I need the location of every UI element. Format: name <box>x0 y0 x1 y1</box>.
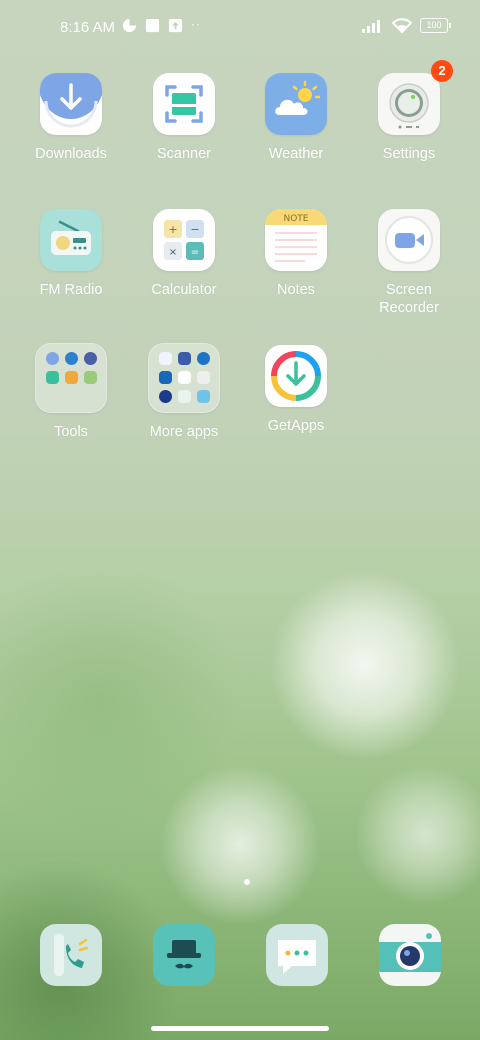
app-getapps[interactable]: GetApps <box>240 345 352 435</box>
wifi-icon <box>392 18 412 33</box>
app-label: Scanner <box>156 146 211 162</box>
app-scanner[interactable]: Scanner <box>128 73 240 163</box>
svg-text:×: × <box>169 247 177 258</box>
folder-tools[interactable]: Tools <box>15 343 127 441</box>
mini-app-icon <box>46 352 59 365</box>
pie-chart-icon <box>122 18 137 33</box>
app-label: FM Radio <box>39 282 103 298</box>
dock-browser[interactable] <box>153 924 215 986</box>
weather-icon <box>265 73 327 135</box>
mini-app-icon <box>46 371 59 384</box>
svg-text:+: + <box>168 223 177 236</box>
signal-icon <box>362 20 380 33</box>
app-label: More apps <box>149 424 219 440</box>
mini-app-icon <box>178 371 191 384</box>
mini-app-icon <box>84 371 97 384</box>
app-label: Calculator <box>151 282 217 298</box>
more-notifications-icon: ·· <box>191 17 201 31</box>
getapps-icon <box>265 345 327 407</box>
messages-icon <box>278 940 316 974</box>
app-label: Screen Recorder <box>379 282 439 316</box>
svg-text:=: = <box>191 247 199 258</box>
app-label: Settings <box>382 146 436 162</box>
mini-app-icon <box>197 390 210 403</box>
mini-app-icon <box>84 352 97 365</box>
phone-icon <box>54 934 89 976</box>
app-label: Weather <box>268 146 324 162</box>
app-weather[interactable]: Weather <box>240 73 352 163</box>
linkedin-icon <box>159 371 172 384</box>
app-fm-radio[interactable]: FM Radio <box>15 209 127 299</box>
app-screen-recorder[interactable]: Screen Recorder <box>353 209 465 317</box>
app-label: Notes <box>277 282 315 298</box>
upload-box-icon <box>168 18 183 33</box>
app-label: Tools <box>54 424 88 440</box>
status-bar: 8:16 AM ·· 100 <box>0 0 480 56</box>
square-app-icon <box>145 18 160 33</box>
mini-app-icon <box>65 371 78 384</box>
status-time: 8:16 AM <box>60 19 116 36</box>
settings-icon <box>378 73 440 135</box>
downloads-icon <box>40 73 102 135</box>
folder-icon <box>148 343 220 413</box>
notes-icon: NOTE <box>265 209 327 271</box>
app-notes[interactable]: NOTE Notes <box>240 209 352 299</box>
page-indicator-dot <box>244 879 250 885</box>
status-system-icons: 100 <box>362 18 451 33</box>
fm-radio-icon <box>40 209 102 271</box>
scanner-icon <box>153 73 215 135</box>
app-label: Downloads <box>35 146 107 162</box>
dock-messages[interactable] <box>266 924 328 986</box>
notes-header-text: NOTE <box>283 214 308 224</box>
dock-phone[interactable] <box>40 924 102 986</box>
mini-app-icon <box>65 352 78 365</box>
app-downloads[interactable]: Downloads <box>15 73 127 163</box>
mini-app-icon <box>197 371 210 384</box>
status-notification-icons: ·· <box>122 18 205 33</box>
home-indicator[interactable] <box>151 1026 329 1031</box>
battery-indicator: 100 <box>420 18 451 33</box>
folder-more-apps[interactable]: More apps <box>128 343 240 441</box>
camera-icon <box>379 933 441 972</box>
facebook-icon <box>178 352 191 365</box>
dock-camera[interactable] <box>379 924 441 986</box>
mini-app-icon <box>159 352 172 365</box>
calculator-icon: + − × = <box>153 209 215 271</box>
screen-recorder-icon <box>378 209 440 271</box>
mini-app-icon <box>197 352 210 365</box>
mini-app-icon <box>159 390 172 403</box>
play-store-icon <box>178 390 191 403</box>
svg-text:−: − <box>190 223 199 236</box>
app-settings[interactable]: 2 Settings <box>353 60 465 163</box>
browser-icon <box>167 940 201 969</box>
app-calculator[interactable]: + − × = Calculator <box>128 209 240 299</box>
folder-icon <box>35 343 107 413</box>
app-label: GetApps <box>267 418 325 434</box>
notification-badge: 2 <box>431 60 453 82</box>
